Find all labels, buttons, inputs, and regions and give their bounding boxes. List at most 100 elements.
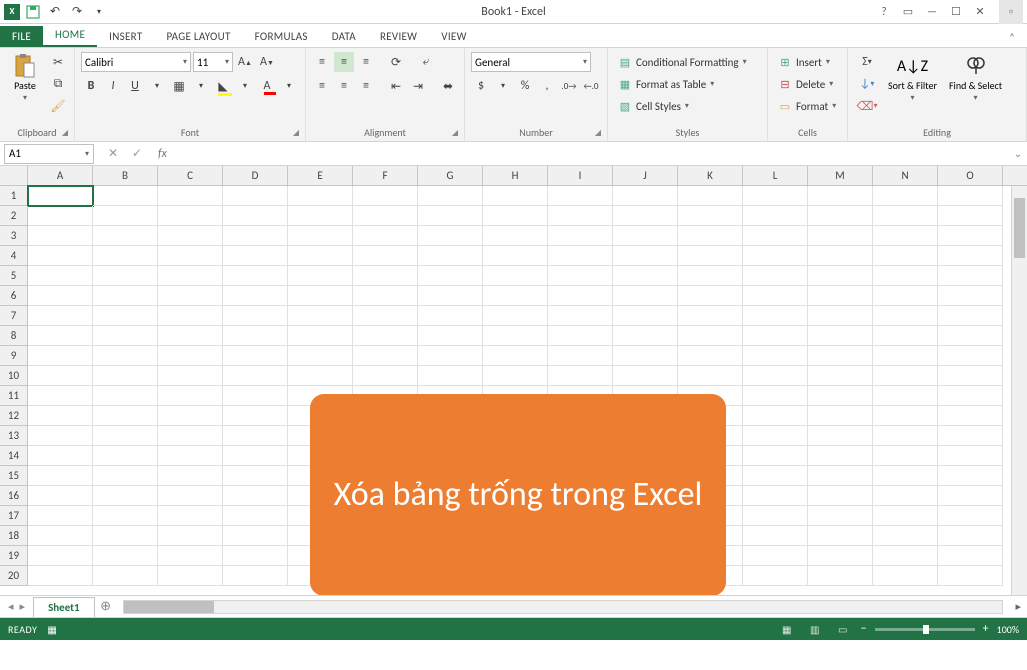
formula-input[interactable] [173,144,1009,164]
cell[interactable] [548,186,613,206]
cell[interactable] [483,226,548,246]
fx-label[interactable]: fx [152,147,173,161]
decrease-font-size-button[interactable]: A▼ [257,52,277,72]
clear-button[interactable]: ⌫ ▾ [854,96,880,116]
insert-cells-button[interactable]: ⊞Insert ▾ [774,52,834,72]
cell[interactable] [93,266,158,286]
cell[interactable] [418,266,483,286]
cell[interactable] [938,246,1003,266]
borders-more-button[interactable]: ▾ [191,76,211,96]
cell[interactable] [938,546,1003,566]
format-cells-button[interactable]: ▭Format ▾ [774,96,840,116]
cell[interactable] [743,466,808,486]
cell[interactable] [678,346,743,366]
qat-save-button[interactable] [24,3,42,21]
cell[interactable] [808,406,873,426]
cell[interactable] [548,326,613,346]
cell[interactable] [223,206,288,226]
vertical-scroll-thumb[interactable] [1014,198,1025,258]
cell[interactable] [223,266,288,286]
font-dialog-launcher[interactable]: ◢ [293,128,299,138]
cell[interactable] [873,406,938,426]
cell[interactable] [28,306,93,326]
cell[interactable] [223,506,288,526]
cell[interactable] [483,246,548,266]
cell[interactable] [743,266,808,286]
underline-button[interactable]: U [125,76,145,96]
sheet-nav-first[interactable]: ◂ [6,600,16,613]
expand-formula-bar-button[interactable]: ⌄ [1009,147,1027,160]
cell[interactable] [28,286,93,306]
horizontal-scrollbar[interactable] [123,600,1004,614]
paste-button[interactable]: Paste▾ [6,52,44,105]
percent-format-button[interactable]: % [515,76,535,96]
cell[interactable] [873,186,938,206]
cell[interactable] [808,306,873,326]
alignment-dialog-launcher[interactable]: ◢ [452,128,458,138]
cell[interactable] [158,506,223,526]
cell[interactable] [678,186,743,206]
cell[interactable] [28,566,93,586]
cell[interactable] [158,366,223,386]
column-header[interactable]: L [743,166,808,185]
user-account-icon[interactable]: ◦ [999,0,1023,24]
column-header[interactable]: M [808,166,873,185]
cell[interactable] [743,386,808,406]
cell[interactable] [158,246,223,266]
cell[interactable] [418,306,483,326]
cell[interactable] [938,226,1003,246]
cell[interactable] [613,346,678,366]
cell[interactable] [873,546,938,566]
zoom-slider-knob[interactable] [923,625,929,634]
cell[interactable] [93,446,158,466]
horizontal-scroll-thumb[interactable] [124,601,214,613]
cell[interactable] [353,366,418,386]
cell[interactable] [483,186,548,206]
row-header[interactable]: 19 [0,546,28,566]
cut-button[interactable]: ✂ [48,52,68,72]
minimize-button[interactable]: — [921,3,943,21]
cell[interactable] [93,326,158,346]
cell[interactable] [808,186,873,206]
cell[interactable] [808,266,873,286]
tab-view[interactable]: VIEW [429,26,478,47]
qat-customize-button[interactable]: ▾ [90,3,108,21]
cell[interactable] [158,486,223,506]
cell[interactable] [28,366,93,386]
cell[interactable] [223,366,288,386]
cell[interactable] [873,326,938,346]
tab-data[interactable]: DATA [320,26,368,47]
cell[interactable] [223,486,288,506]
cell[interactable] [743,286,808,306]
cell[interactable] [223,526,288,546]
cell[interactable] [28,466,93,486]
cell[interactable] [483,366,548,386]
cell[interactable] [873,486,938,506]
cell[interactable] [93,346,158,366]
cell[interactable] [158,326,223,346]
decrease-indent-button[interactable]: ⇤ [386,76,406,96]
cell[interactable] [93,366,158,386]
column-header[interactable]: J [613,166,678,185]
cell[interactable] [288,286,353,306]
cell[interactable] [483,286,548,306]
cell[interactable] [288,326,353,346]
row-header[interactable]: 17 [0,506,28,526]
underline-more-button[interactable]: ▾ [147,76,167,96]
cell[interactable] [678,286,743,306]
cell[interactable] [678,226,743,246]
cell[interactable] [808,246,873,266]
cell[interactable] [28,186,93,206]
cell[interactable] [938,466,1003,486]
cell[interactable] [483,266,548,286]
cell[interactable] [223,546,288,566]
cell[interactable] [158,186,223,206]
cell[interactable] [613,266,678,286]
cell[interactable] [873,506,938,526]
cell[interactable] [158,206,223,226]
cell[interactable] [418,186,483,206]
font-family-combo[interactable]: Calibri▾ [81,52,191,72]
cell[interactable] [613,286,678,306]
cell[interactable] [938,266,1003,286]
delete-cells-button[interactable]: ⊟Delete ▾ [774,74,837,94]
